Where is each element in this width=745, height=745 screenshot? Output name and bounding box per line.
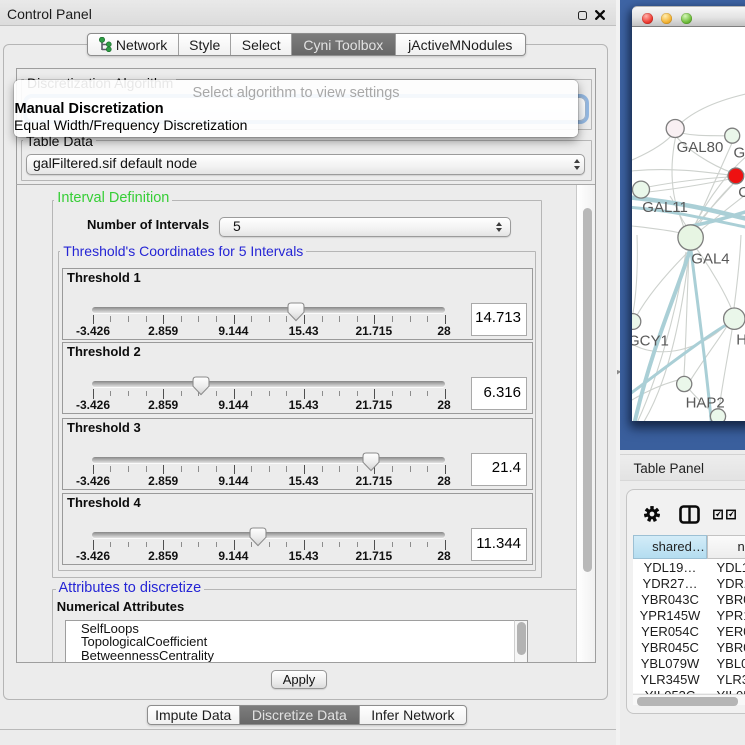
svg-text:C: C — [738, 184, 745, 201]
svg-text:H: H — [736, 332, 745, 349]
svg-text:GAL4: GAL4 — [691, 251, 729, 268]
svg-text:HAP2: HAP2 — [686, 395, 725, 412]
svg-text:GAL11: GAL11 — [642, 199, 688, 216]
svg-text:GCY1: GCY1 — [632, 333, 669, 350]
svg-text:GA: GA — [734, 145, 745, 162]
svg-text:GAL80: GAL80 — [677, 139, 724, 156]
